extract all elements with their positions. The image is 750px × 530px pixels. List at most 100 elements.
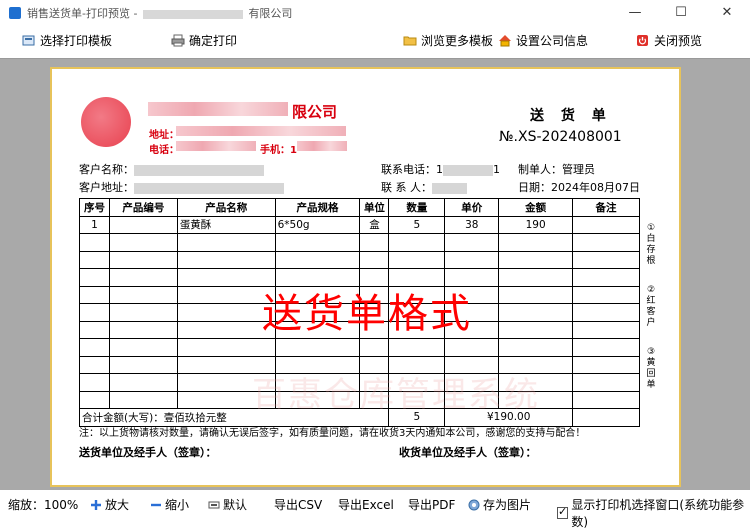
default-zoom-button[interactable]: 默认 (208, 496, 247, 513)
redacted-customer-name (134, 164, 264, 176)
redacted-contact-person (432, 182, 467, 194)
customer-address-row: 客户地址： (79, 179, 284, 195)
cell-note (572, 215, 640, 234)
contact-person-label: 联 系 人： (381, 181, 432, 194)
column-header: 数量 (388, 198, 446, 217)
template-format-stamp: 送货单格式 (262, 291, 472, 337)
receiver-signature-label: 收货单位及经手人（签章）： (399, 446, 537, 459)
delivery-note-disclaimer: 注：以上货物请核对数量，请确认无误后签字，如有质量问题，请在收货3天内通知本公司… (79, 428, 586, 439)
table-row (79, 250, 640, 269)
folder-icon (403, 34, 417, 47)
document-number: №.XS-202408001 (499, 129, 622, 145)
cell-code (108, 215, 178, 234)
column-header: 备注 (572, 198, 640, 217)
show-printer-dialog-checkbox[interactable]: 显示打印机选择窗口(系统功能参数) (557, 496, 750, 530)
side-note-char: ③ (646, 347, 656, 357)
column-header: 产品规格 (274, 198, 361, 217)
document-title: 送 货 单 (530, 108, 612, 124)
mobile-label: 手机： (260, 145, 290, 156)
column-header: 产品编号 (108, 198, 178, 217)
status-bar: 缩放： 100% 放大 缩小 默认 导出CSV 导出Excel 导出PDF 存为图… (0, 490, 750, 529)
company-info-button[interactable]: 设置公司信息 (498, 32, 588, 49)
maker-label: 制单人： (518, 163, 562, 176)
close-preview-button[interactable]: 关闭预览 (636, 32, 702, 49)
contact-phone-label: 联系电话： (381, 163, 436, 176)
contact-phone-suffix: 1 (493, 163, 500, 176)
confirm-print-label: 确定打印 (189, 34, 238, 48)
phone-label: 电话： (149, 145, 179, 156)
zoom-in-button[interactable]: 放大 (90, 496, 129, 513)
table-row (79, 338, 640, 357)
zoom-label: 缩放： (8, 498, 45, 512)
zoom-out-button[interactable]: 缩小 (150, 496, 189, 513)
maximize-button[interactable]: ☐ (658, 0, 704, 26)
date-value: 2024年08月07日 (551, 181, 640, 194)
sender-signature-label: 送货单位及经手人（签章）： (79, 446, 217, 459)
browse-templates-button[interactable]: 浏览更多模板 (403, 32, 493, 49)
select-template-label: 选择打印模板 (40, 34, 113, 48)
company-name: 限公司 (292, 103, 338, 121)
customer-name-label: 客户名称： (79, 163, 134, 176)
side-note-char: 存 (646, 245, 656, 255)
minimize-button[interactable]: — (612, 0, 658, 26)
table-header-row: 序号 产品编号 产品名称 产品规格 单位 数量 单价 金额 备注 (79, 198, 640, 217)
table-row: 1 蛋黄酥 6*50g 盒 5 38 190 (79, 215, 640, 234)
side-note-char: 户 (646, 318, 656, 328)
confirm-print-button[interactable]: 确定打印 (171, 32, 237, 49)
side-note-char: ② (646, 285, 656, 295)
side-note-char: ① (646, 223, 656, 233)
mobile-value: 1 (290, 145, 297, 156)
select-template-button[interactable]: 选择打印模板 (22, 32, 112, 49)
home-icon (498, 34, 512, 47)
zoom-in-label: 放大 (105, 498, 130, 512)
column-header: 单位 (359, 198, 390, 217)
save-image-label: 存为图片 (483, 498, 532, 512)
contact-phone-row: 联系电话：1 1 (381, 161, 500, 177)
date-row: 日期：2024年08月07日 (518, 179, 640, 195)
app-icon (9, 7, 21, 19)
toolbar: 选择打印模板 确定打印 浏览更多模板 设置公司信息 关闭预览 (0, 28, 750, 56)
preview-area[interactable]: 限公司 地址： 电话： 手机：1 送 货 单 №.XS-202408001 客户… (0, 58, 750, 490)
title-bar: 销售送货单-打印预览 - 有限公司 — ☐ ✕ (0, 0, 750, 26)
redacted-mobile (297, 141, 347, 151)
window-title: 销售送货单-打印预览 - 有限公司 (27, 5, 292, 21)
window-title-suffix: 有限公司 (248, 7, 293, 20)
date-label: 日期： (518, 181, 551, 194)
table-row (79, 233, 640, 252)
export-pdf-label: 导出PDF (408, 498, 456, 512)
export-excel-label: 导出Excel (338, 498, 394, 512)
export-pdf-button[interactable]: 导出PDF (408, 496, 455, 513)
redacted-contact-phone (443, 164, 493, 176)
reset-zoom-icon (208, 499, 220, 511)
side-note-char: 回 (646, 369, 656, 379)
address-label: 地址： (149, 130, 179, 141)
side-note-char: 客 (646, 307, 656, 317)
customer-name-row: 客户名称： (79, 161, 264, 177)
column-header: 产品名称 (176, 198, 276, 217)
cell-spec: 6*50g (274, 215, 361, 234)
zoom-readout: 缩放： 100% (8, 496, 78, 513)
cell-no: 1 (79, 215, 110, 234)
side-note-char: 黄 (646, 358, 656, 368)
cell-qty: 5 (388, 215, 446, 234)
default-zoom-label: 默认 (223, 498, 248, 512)
redacted-phone (176, 141, 256, 151)
cell-amount: 190 (498, 215, 574, 234)
contact-person-row: 联 系 人： (381, 179, 467, 195)
window-title-prefix: 销售送货单-打印预览 - (27, 7, 138, 20)
save-image-button[interactable]: 存为图片 (468, 496, 531, 513)
redacted-customer-address (134, 182, 284, 194)
delivery-note-page: 限公司 地址： 电话： 手机：1 送 货 单 №.XS-202408001 客户… (50, 67, 681, 487)
redacted-text (142, 9, 243, 19)
watermark: 百惠仓库管理系统 (252, 375, 540, 415)
close-button[interactable]: ✕ (704, 0, 750, 26)
template-icon (22, 34, 36, 47)
export-csv-button[interactable]: 导出CSV (274, 496, 322, 513)
close-preview-label: 关闭预览 (654, 34, 703, 48)
cell-name: 蛋黄酥 (176, 215, 276, 234)
export-excel-button[interactable]: 导出Excel (338, 496, 394, 513)
mobile-field: 手机：1 (260, 141, 297, 156)
plus-icon (90, 499, 102, 511)
show-printer-dialog-label: 显示打印机选择窗口(系统功能参数) (571, 498, 745, 529)
window-controls: — ☐ ✕ (612, 0, 750, 26)
